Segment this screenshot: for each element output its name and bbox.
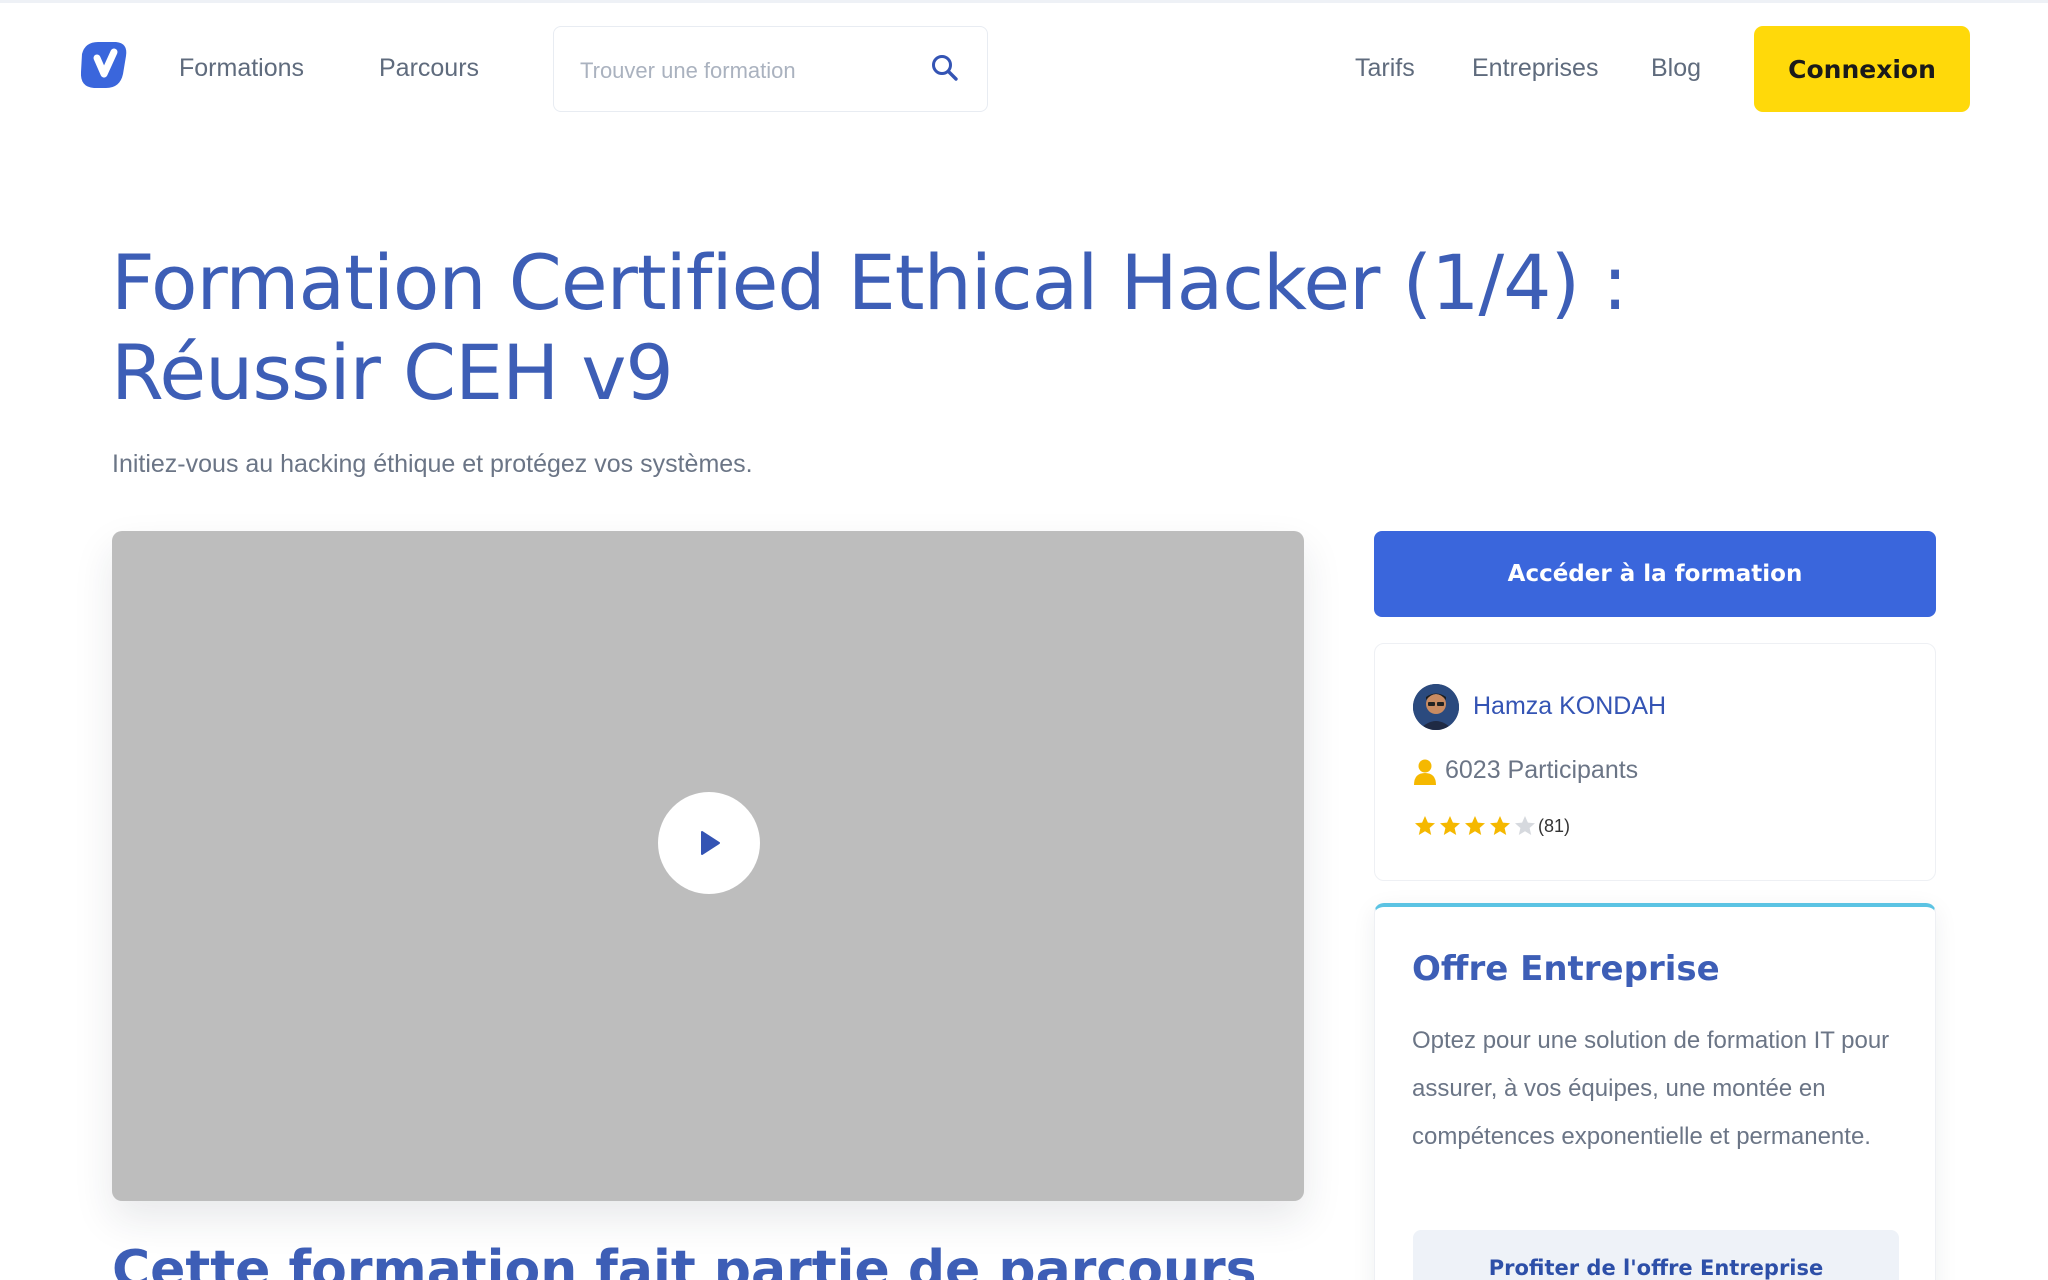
search-input[interactable] xyxy=(580,51,900,91)
offer-title: Offre Entreprise xyxy=(1412,949,1720,989)
nav-link-entreprises[interactable]: Entreprises xyxy=(1472,52,1598,84)
star-filled-icon xyxy=(1465,816,1485,835)
parcours-section-heading: Cette formation fait partie de parcours xyxy=(112,1240,1257,1280)
avatar-image xyxy=(1413,684,1459,730)
offer-description: Optez pour une solution de formation IT … xyxy=(1412,1027,1890,1150)
star-filled-icon xyxy=(1440,816,1460,835)
search-box xyxy=(553,26,988,112)
participants-count: 6023 Participants xyxy=(1445,756,1639,784)
play-icon xyxy=(701,831,720,855)
access-course-button[interactable]: Accéder à la formation xyxy=(1374,531,1936,617)
enterprise-offer-card: Offre Entreprise Optez pour une solution… xyxy=(1374,903,1936,1280)
instructor-name-link[interactable]: Hamza KONDAH xyxy=(1473,692,1666,721)
brand-logo-icon xyxy=(80,42,127,88)
star-filled-icon xyxy=(1415,816,1435,835)
rating-count: (81) xyxy=(1538,816,1571,836)
page-subtitle: Initiez-vous au hacking éthique et proté… xyxy=(112,450,753,478)
play-button[interactable] xyxy=(658,792,760,894)
nav-link-parcours[interactable]: Parcours xyxy=(379,52,479,84)
instructor-avatar[interactable] xyxy=(1413,684,1459,730)
nav-link-blog[interactable]: Blog xyxy=(1651,52,1701,84)
enterprise-offer-button[interactable]: Profiter de l'offre Entreprise xyxy=(1413,1230,1899,1280)
login-button[interactable]: Connexion xyxy=(1754,26,1970,112)
nav-link-formations[interactable]: Formations xyxy=(179,52,304,84)
rating-stars xyxy=(1413,814,1537,840)
course-info-card: Hamza KONDAH 6023 Participants (81) xyxy=(1374,643,1936,881)
video-player[interactable] xyxy=(112,531,1304,1201)
page-title: Formation Certified Ethical Hacker (1/4)… xyxy=(111,238,1628,417)
top-navbar: Formations Parcours Tarifs Entreprises B… xyxy=(0,0,2048,136)
nav-link-tarifs[interactable]: Tarifs xyxy=(1355,52,1415,84)
star-filled-icon xyxy=(1490,816,1510,835)
search-icon[interactable] xyxy=(930,53,960,83)
star-empty-icon xyxy=(1515,816,1535,835)
person-icon xyxy=(1414,759,1436,785)
